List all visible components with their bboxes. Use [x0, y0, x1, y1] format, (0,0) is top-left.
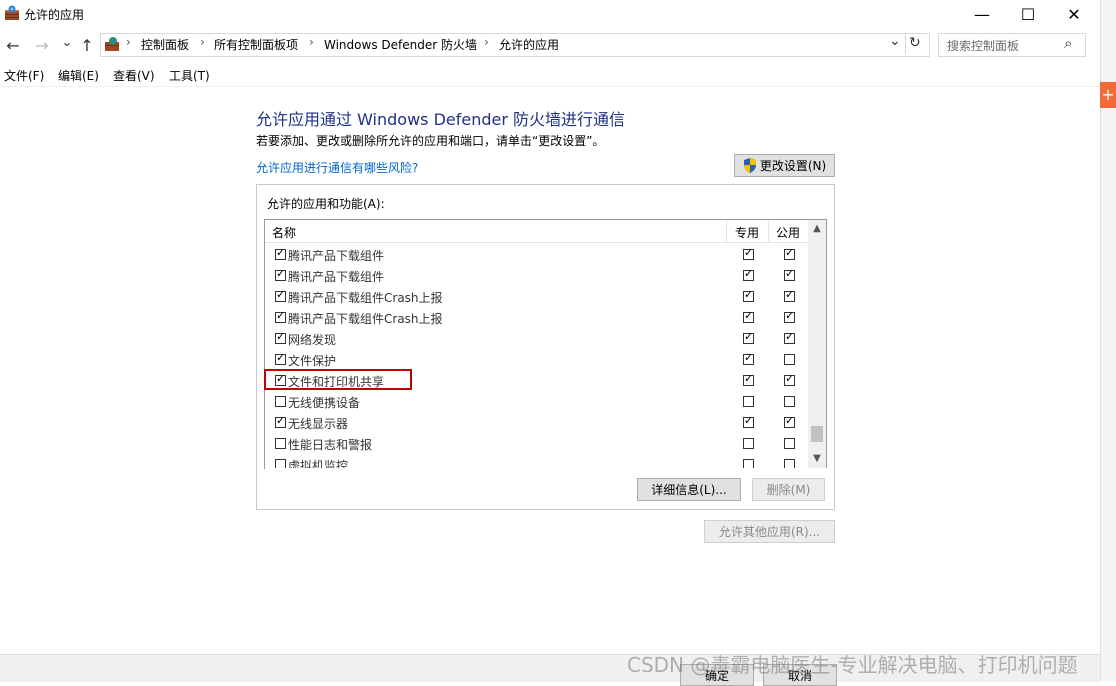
app-name-label: 文件保护 [288, 354, 337, 368]
change-settings-button[interactable]: 更改设置(N) [734, 154, 835, 177]
menu-edit[interactable]: 编辑(E) [58, 67, 99, 84]
table-row[interactable]: 无线显示器 [265, 412, 808, 433]
menu-view[interactable]: 查看(V) [113, 67, 155, 84]
refresh-icon[interactable]: ↻ [909, 35, 921, 51]
private-checkbox[interactable] [743, 330, 754, 344]
firewall-app-icon [5, 5, 19, 20]
public-checkbox[interactable] [784, 330, 795, 344]
table-row[interactable]: 文件保护 [265, 349, 808, 370]
delete-button[interactable]: 删除(M) [752, 478, 825, 501]
app-name-label: 腾讯产品下载组件Crash上报 [288, 312, 443, 326]
menu-file[interactable]: 文件(F) [4, 67, 44, 84]
uac-shield-icon [743, 158, 756, 173]
change-settings-label: 更改设置(N) [759, 159, 827, 173]
enabled-checkbox[interactable] [275, 267, 286, 281]
list-clip [265, 468, 827, 476]
private-checkbox[interactable] [743, 414, 754, 428]
public-checkbox[interactable] [784, 414, 795, 428]
table-row[interactable]: 腾讯产品下载组件Crash上报 [265, 286, 808, 307]
maximize-button[interactable]: ☐ [1005, 0, 1051, 28]
instruction-text: 若要添加、更改或删除所允许的应用和端口，请单击“更改设置”。 [256, 134, 605, 148]
details-button[interactable]: 详细信息(L)... [637, 478, 741, 501]
table-row[interactable]: 性能日志和警报 [265, 433, 808, 454]
enabled-checkbox[interactable] [275, 330, 286, 344]
public-checkbox[interactable] [784, 267, 795, 281]
public-checkbox[interactable] [784, 438, 795, 449]
enabled-checkbox[interactable] [275, 396, 286, 407]
highlight-box [264, 369, 412, 390]
app-name-label: 无线便携设备 [288, 396, 361, 410]
back-arrow-icon[interactable]: ← [4, 36, 22, 55]
table-row[interactable]: 无线便携设备 [265, 391, 808, 412]
app-name-label: 无线显示器 [288, 417, 349, 431]
private-checkbox[interactable] [743, 351, 754, 365]
search-icon[interactable]: ⌕ [1064, 34, 1072, 52]
public-checkbox[interactable] [784, 396, 795, 407]
private-checkbox[interactable] [743, 246, 754, 260]
breadcrumb-separator: › [200, 35, 205, 49]
search-placeholder: 搜索控制面板 [947, 39, 1020, 53]
public-checkbox[interactable] [784, 354, 795, 365]
column-header-private[interactable]: 专用 [735, 224, 759, 241]
minimize-button[interactable]: — [959, 0, 1005, 28]
public-checkbox[interactable] [784, 372, 795, 386]
app-name-label: 腾讯产品下载组件Crash上报 [288, 291, 443, 305]
up-arrow-icon[interactable]: ↑ [78, 36, 96, 55]
public-checkbox[interactable] [784, 309, 795, 323]
private-checkbox[interactable] [743, 396, 754, 407]
table-row[interactable]: 腾讯产品下载组件 [265, 265, 808, 286]
window-title: 允许的应用 [24, 8, 85, 22]
allowed-apps-label: 允许的应用和功能(A): [267, 197, 385, 211]
private-checkbox[interactable] [743, 309, 754, 323]
scroll-down-arrow-icon[interactable]: ▼ [808, 450, 826, 468]
enabled-checkbox[interactable] [275, 438, 286, 449]
address-divider [905, 34, 906, 54]
table-row[interactable]: 网络发现 [265, 328, 808, 349]
side-plus-icon[interactable]: + [1100, 82, 1116, 108]
title-bar [0, 0, 1100, 28]
breadcrumb-all-items[interactable]: 所有控制面板项 [214, 36, 298, 53]
column-divider [726, 220, 727, 242]
private-checkbox[interactable] [743, 438, 754, 449]
scroll-thumb[interactable] [811, 426, 823, 442]
breadcrumb-separator: › [309, 35, 314, 49]
breadcrumb-firewall[interactable]: Windows Defender 防火墙 [324, 36, 477, 53]
allow-other-app-button[interactable]: 允许其他应用(R)... [704, 520, 835, 543]
risk-info-link[interactable]: 允许应用进行通信有哪些风险? [256, 159, 418, 176]
address-dropdown-chevron-icon[interactable]: ⌄ [889, 33, 901, 49]
private-checkbox[interactable] [743, 372, 754, 386]
breadcrumb-allowed-apps[interactable]: 允许的应用 [499, 36, 559, 53]
enabled-checkbox[interactable] [275, 351, 286, 365]
table-row[interactable]: 腾讯产品下载组件Crash上报 [265, 307, 808, 328]
app-name-label: 腾讯产品下载组件 [288, 249, 385, 263]
breadcrumb-separator: › [126, 35, 131, 49]
recent-locations-chevron-icon[interactable]: ⌄ [58, 33, 76, 51]
column-divider [768, 220, 769, 242]
scroll-up-arrow-icon[interactable]: ▲ [808, 220, 826, 238]
enabled-checkbox[interactable] [275, 246, 286, 260]
enabled-checkbox[interactable] [275, 414, 286, 428]
app-name-label: 腾讯产品下载组件 [288, 270, 385, 284]
private-checkbox[interactable] [743, 267, 754, 281]
breadcrumb-control-panel[interactable]: 控制面板 [141, 36, 189, 53]
page-title: 允许应用通过 Windows Defender 防火墙进行通信 [256, 110, 626, 129]
close-button[interactable]: ✕ [1051, 0, 1097, 28]
menu-divider [0, 86, 1100, 87]
column-header-public[interactable]: 公用 [776, 224, 800, 241]
column-header-name[interactable]: 名称 [272, 224, 296, 241]
app-name-label: 性能日志和警报 [288, 438, 373, 452]
menu-tools[interactable]: 工具(T) [169, 67, 210, 84]
enabled-checkbox[interactable] [275, 309, 286, 323]
private-checkbox[interactable] [743, 288, 754, 302]
forward-arrow-icon[interactable]: → [33, 36, 51, 55]
public-checkbox[interactable] [784, 288, 795, 302]
public-checkbox[interactable] [784, 246, 795, 260]
app-name-label: 网络发现 [288, 333, 337, 347]
control-panel-icon [105, 37, 119, 51]
watermark-text: CSDN @毒霸电脑医生-专业解决电脑、打印机问题 [627, 653, 1078, 677]
table-row[interactable]: 腾讯产品下载组件 [265, 244, 808, 265]
enabled-checkbox[interactable] [275, 288, 286, 302]
breadcrumb-separator: › [484, 35, 489, 49]
